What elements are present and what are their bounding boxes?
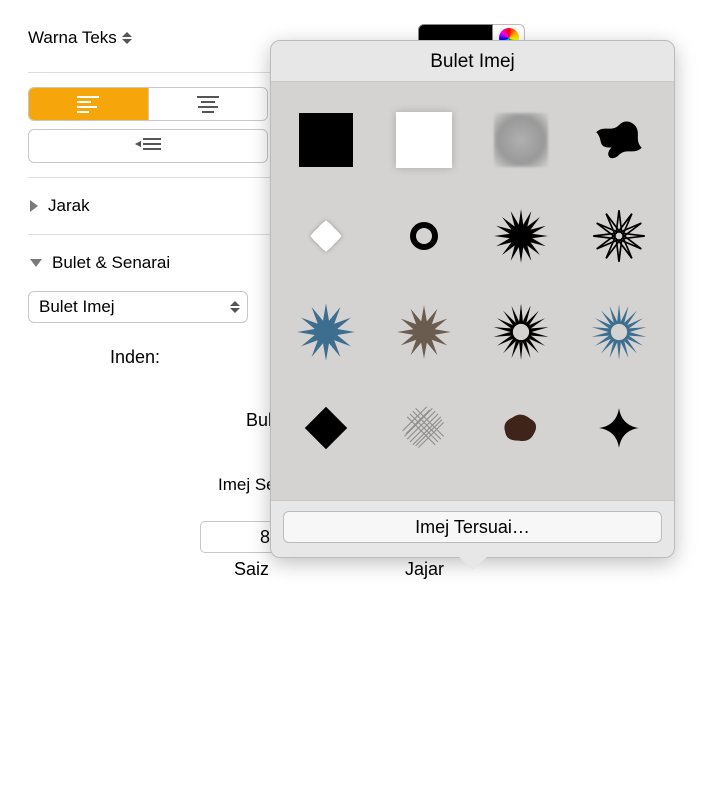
chevron-right-icon [30,200,38,212]
bullet-option-burst-black[interactable] [473,190,571,282]
bullet-option-burst-brown[interactable] [375,286,473,378]
bullet-option-scribble[interactable] [375,382,473,474]
black-square-icon [299,113,353,167]
bullet-option-white-square[interactable] [375,94,473,186]
indent-segmented [28,129,268,163]
rays-blue-icon [590,303,648,361]
spacing-label: Jarak [48,196,90,216]
chevrons-icon [121,29,133,47]
bullet-option-diamond-peek[interactable] [375,478,473,501]
bullet-option-burst-outline[interactable] [570,190,668,282]
rays-black-icon [492,303,550,361]
align-left-icon [77,96,99,113]
custom-image-button[interactable]: Imej Tersuai… [283,511,662,543]
size-label: Saiz [234,559,269,580]
bullet-type-popup[interactable]: Bulet Imej [28,291,248,323]
scribble-icon [396,400,452,456]
burst-brown-icon [395,303,453,361]
sparkle-icon [597,406,641,450]
ring-icon [410,222,438,250]
text-color-dropdown[interactable]: Warna Teks [28,28,133,48]
clover-white-icon [300,210,352,262]
blob-brown-icon [500,411,542,445]
clover-black-icon [595,116,643,164]
decrease-indent-button[interactable] [29,130,267,162]
bullets-label: Bulet & Senarai [52,253,170,273]
white-square-icon [396,112,452,168]
bullet-option-sparkle[interactable] [570,382,668,474]
burst-outline-icon [591,208,647,264]
align-center-button[interactable] [149,88,268,120]
bullet-option-diamond-black[interactable] [277,382,375,474]
grey-gradient-icon [494,113,548,167]
bullet-option-grey-gradient[interactable] [473,94,571,186]
diamond-black-icon [305,407,347,449]
decrease-indent-icon [135,136,161,157]
bullet-option-clover-white[interactable] [277,190,375,282]
bullet-option-black-square[interactable] [277,94,375,186]
alignment-segmented [28,87,268,121]
burst-blue-icon [296,302,356,362]
align-center-icon [197,96,219,113]
chevron-down-icon [30,259,42,267]
bullet-option-rays-black[interactable] [473,286,571,378]
bullet-option-ring[interactable] [375,190,473,282]
bullet-option-rays-blue[interactable] [570,286,668,378]
bullet-type-value: Bulet Imej [39,297,115,317]
bullet-option-blob-brown[interactable] [473,382,571,474]
bullet-option-clover-black[interactable] [570,94,668,186]
bullet-image-grid [271,81,674,501]
chevrons-icon [229,298,241,316]
burst-black-icon [493,208,549,264]
text-color-label: Warna Teks [28,28,117,48]
bullet-option-burst-blue[interactable] [277,286,375,378]
align-left-button[interactable] [29,88,149,120]
popover-title: Bulet Imej [271,41,674,81]
bullet-image-popover: Bulet Imej [270,40,675,558]
align-label: Jajar [405,559,444,580]
